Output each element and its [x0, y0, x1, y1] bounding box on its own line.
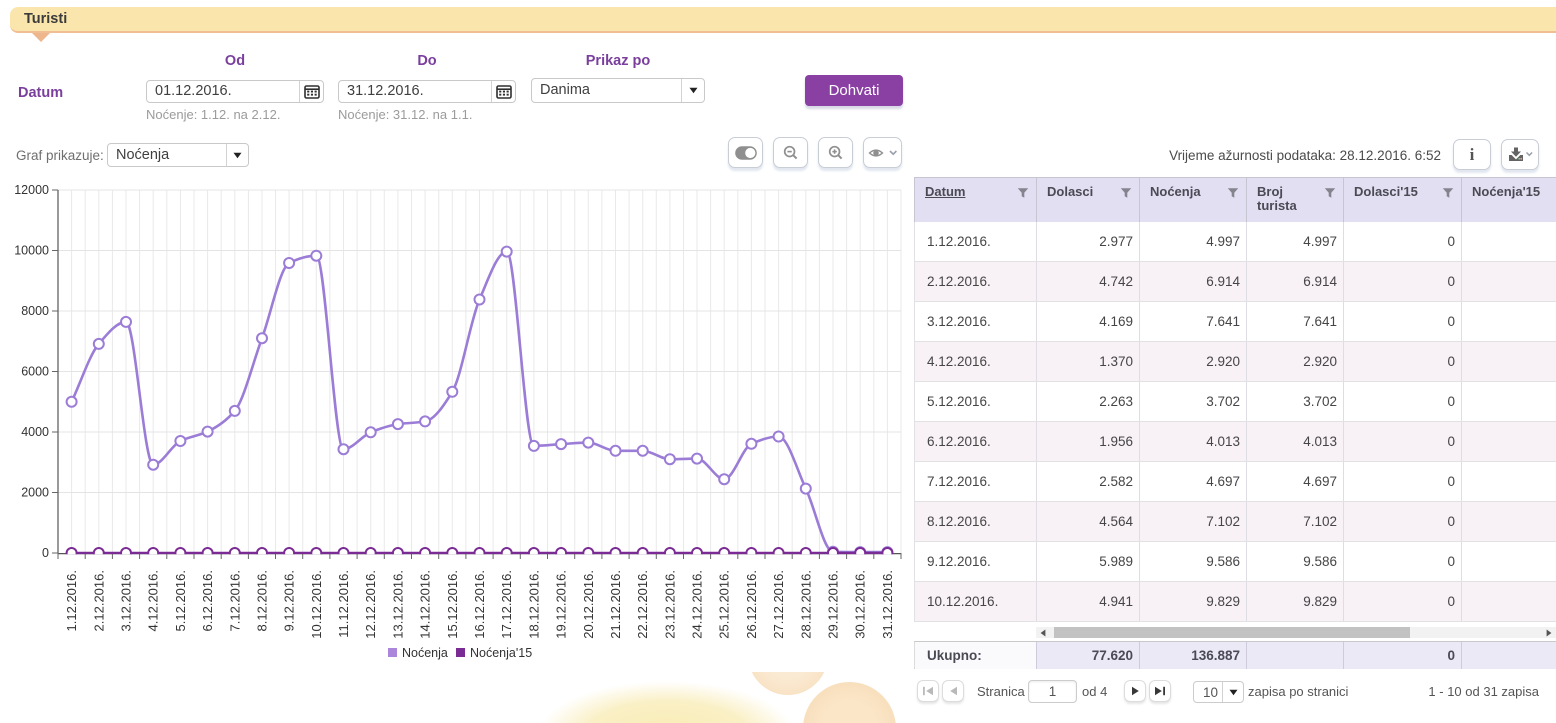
svg-text:26.12.2016.: 26.12.2016. — [744, 570, 759, 639]
svg-text:31.12.2016.: 31.12.2016. — [880, 570, 895, 639]
svg-text:20.12.2016.: 20.12.2016. — [581, 570, 596, 639]
svg-text:30.12.2016.: 30.12.2016. — [853, 570, 868, 639]
svg-text:25.12.2016.: 25.12.2016. — [717, 570, 732, 639]
svg-text:23.12.2016.: 23.12.2016. — [662, 570, 677, 639]
svg-text:6000: 6000 — [21, 365, 49, 379]
svg-text:19.12.2016.: 19.12.2016. — [554, 570, 569, 639]
svg-text:17.12.2016.: 17.12.2016. — [499, 570, 514, 639]
svg-text:24.12.2016.: 24.12.2016. — [690, 570, 705, 639]
svg-text:1.12.2016.: 1.12.2016. — [64, 570, 79, 631]
svg-text:4.12.2016.: 4.12.2016. — [146, 570, 161, 631]
svg-text:7.12.2016.: 7.12.2016. — [227, 570, 242, 631]
svg-text:29.12.2016.: 29.12.2016. — [826, 570, 841, 639]
svg-text:15.12.2016.: 15.12.2016. — [445, 570, 460, 639]
svg-text:28.12.2016.: 28.12.2016. — [798, 570, 813, 639]
svg-text:21.12.2016.: 21.12.2016. — [608, 570, 623, 639]
svg-text:10000: 10000 — [14, 244, 49, 258]
svg-text:10.12.2016.: 10.12.2016. — [309, 570, 324, 639]
svg-text:22.12.2016.: 22.12.2016. — [635, 570, 650, 639]
svg-text:8.12.2016.: 8.12.2016. — [255, 570, 270, 631]
svg-text:13.12.2016.: 13.12.2016. — [390, 570, 405, 639]
svg-text:0: 0 — [42, 546, 49, 560]
svg-text:16.12.2016.: 16.12.2016. — [472, 570, 487, 639]
svg-text:Noćenja'15: Noćenja'15 — [470, 646, 532, 660]
svg-text:5.12.2016.: 5.12.2016. — [173, 570, 188, 631]
svg-text:27.12.2016.: 27.12.2016. — [771, 570, 786, 639]
svg-text:14.12.2016.: 14.12.2016. — [418, 570, 433, 639]
svg-text:2000: 2000 — [21, 486, 49, 500]
svg-text:9.12.2016.: 9.12.2016. — [282, 570, 297, 631]
svg-text:18.12.2016.: 18.12.2016. — [526, 570, 541, 639]
svg-text:6.12.2016.: 6.12.2016. — [200, 570, 215, 631]
svg-text:2.12.2016.: 2.12.2016. — [91, 570, 106, 631]
svg-text:8000: 8000 — [21, 304, 49, 318]
svg-text:12000: 12000 — [14, 183, 49, 197]
svg-text:4000: 4000 — [21, 425, 49, 439]
svg-text:Noćenja: Noćenja — [402, 646, 448, 660]
svg-text:11.12.2016.: 11.12.2016. — [336, 570, 351, 638]
svg-text:3.12.2016.: 3.12.2016. — [119, 570, 134, 631]
svg-text:12.12.2016.: 12.12.2016. — [363, 570, 378, 639]
